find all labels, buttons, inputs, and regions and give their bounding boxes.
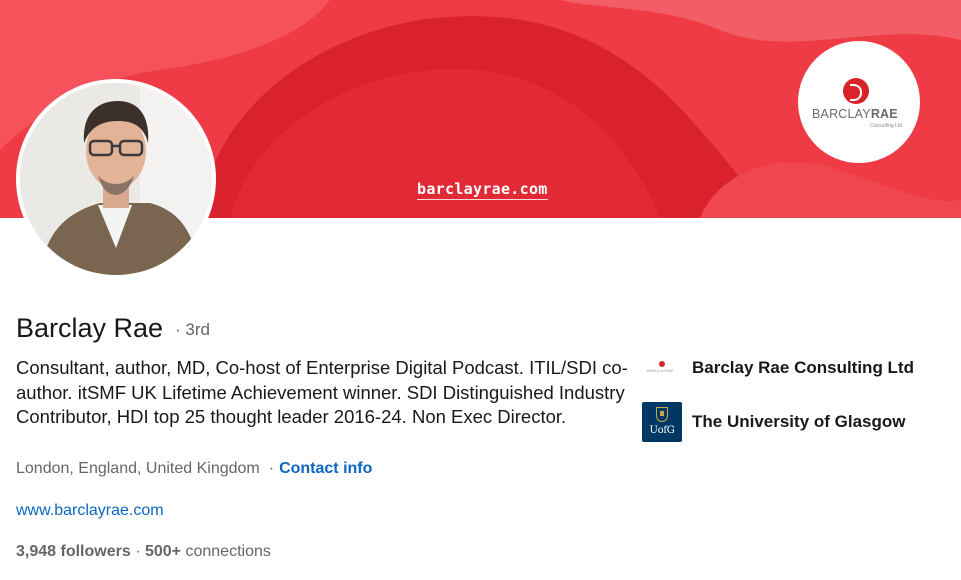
org-current-company[interactable]: BARCLAYRAE Barclay Rae Consulting Ltd	[642, 348, 914, 388]
profile-stats: 3,948 followers · 500+ connections	[16, 543, 271, 561]
connection-degree: · 3rd	[175, 320, 210, 339]
stats-separator: ·	[135, 543, 141, 560]
org-name-school: The University of Glasgow	[692, 412, 906, 431]
barclay-rae-logo-icon: BARCLAYRAE	[642, 348, 682, 388]
followers-label[interactable]: followers	[61, 543, 131, 560]
avatar-portrait-icon	[20, 83, 212, 275]
contact-info-link[interactable]: Contact info	[279, 460, 372, 477]
org-name-company: Barclay Rae Consulting Ltd	[692, 358, 914, 377]
connections-count: 500+	[144, 543, 182, 560]
followers-count: 3,948	[16, 543, 57, 560]
brand-logo-subtitle: Consulting Ltd	[870, 123, 902, 129]
org-education[interactable]: UofG The University of Glasgow	[642, 402, 906, 442]
brand-logo-circle: BARCLAYRAE Consulting Ltd	[798, 41, 920, 163]
profile-avatar[interactable]	[16, 79, 216, 279]
website-link[interactable]: www.barclayrae.com	[16, 502, 164, 520]
profile-location: London, England, United Kingdom	[16, 460, 260, 477]
connections-label[interactable]: connections	[185, 543, 270, 560]
location-row: London, England, United Kingdom · Contact …	[16, 460, 372, 478]
profile-name: Barclay Rae	[16, 313, 164, 343]
barclay-rae-mark-icon	[843, 78, 869, 104]
avatar-photo	[20, 83, 212, 275]
org-logo-text: BARCLAYRAE	[647, 368, 674, 373]
org-logo-text: UofG	[649, 425, 675, 436]
banner-url-link[interactable]: barclayrae.com	[417, 180, 548, 200]
brand-logo-text: BARCLAYRAE	[812, 107, 898, 121]
brand-name-bold: RAE	[870, 107, 898, 121]
separator-dot: ·	[268, 460, 275, 477]
brand-name-light: BARCLAY	[812, 107, 871, 121]
university-of-glasgow-logo-icon: UofG	[642, 402, 682, 442]
brand-dot-icon	[659, 361, 665, 367]
crest-icon	[656, 407, 668, 422]
profile-headline: Consultant, author, MD, Co-host of Enter…	[16, 357, 628, 427]
